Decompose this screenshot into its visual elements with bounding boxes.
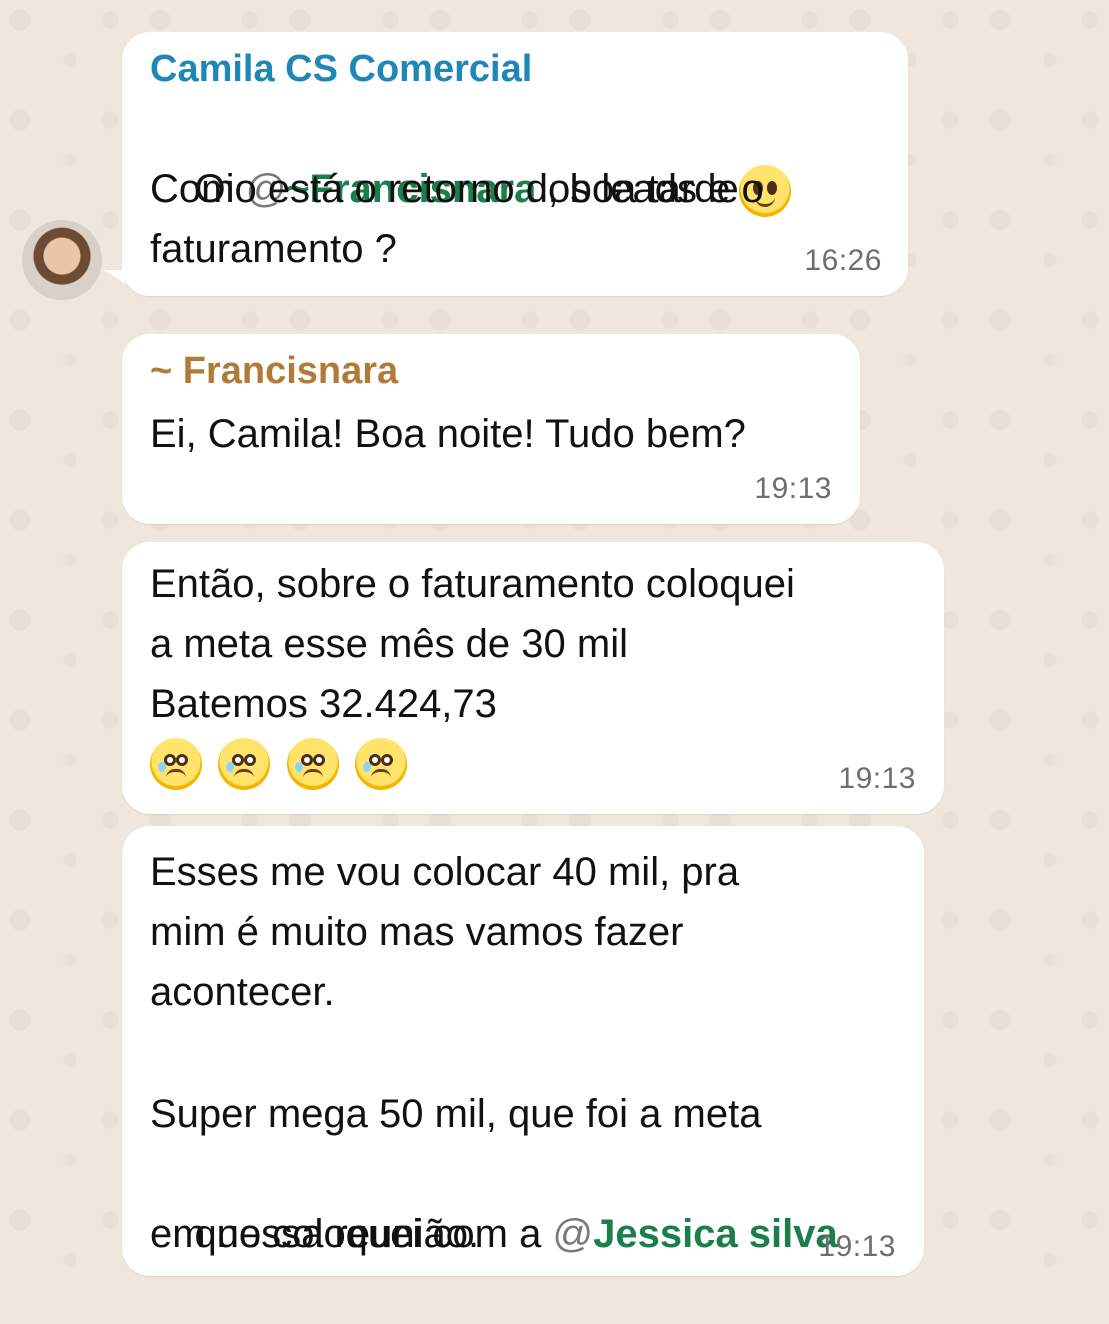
message-text: Ei, Camila! Boa noite! Tudo bem? [150, 412, 746, 456]
message-line: Esses me vou colocar 40 mil, pra [150, 850, 740, 894]
emoji-row [150, 738, 419, 798]
message-line: em nossa reunião. [150, 1212, 480, 1256]
pleading-face-icon [355, 738, 408, 790]
message-bubble-francisnara[interactable]: ~ Francisnara Ei, Camila! Boa noite! Tud… [122, 334, 860, 524]
pleading-face-icon [286, 738, 339, 790]
message-time: 19:13 [838, 762, 916, 795]
message-line: mim é muito mas vamos fazer [150, 910, 684, 954]
message-bubble-francisnara[interactable]: Então, sobre o faturamento coloquei a me… [122, 542, 944, 814]
pleading-face-icon [150, 738, 202, 790]
pleading-face-icon [218, 738, 271, 790]
sender-name: ~ Francisnara [150, 350, 399, 392]
message-time: 16:26 [804, 244, 882, 277]
avatar[interactable] [22, 220, 102, 300]
message-time: 19:13 [754, 472, 832, 505]
message-line: Super mega 50 mil, que foi a meta [150, 1092, 762, 1136]
message-line: faturamento ? [150, 227, 397, 271]
message-bubble-camila[interactable]: Camila CS Comercial Oi @~Francisnara , b… [122, 32, 908, 296]
message-line: acontecer. [150, 970, 335, 1014]
message-bubble-francisnara[interactable]: Esses me vou colocar 40 mil, pra mim é m… [122, 826, 924, 1276]
message-line: Batemos 32.424,73 [150, 682, 497, 726]
message-line: Como está o retorno dos leads e o [150, 167, 764, 211]
message-line: a meta esse mês de 30 mil [150, 622, 628, 666]
message-line: Então, sobre o faturamento coloquei [150, 562, 795, 606]
message-time: 19:13 [818, 1230, 896, 1263]
sender-name: Camila CS Comercial [150, 48, 533, 90]
